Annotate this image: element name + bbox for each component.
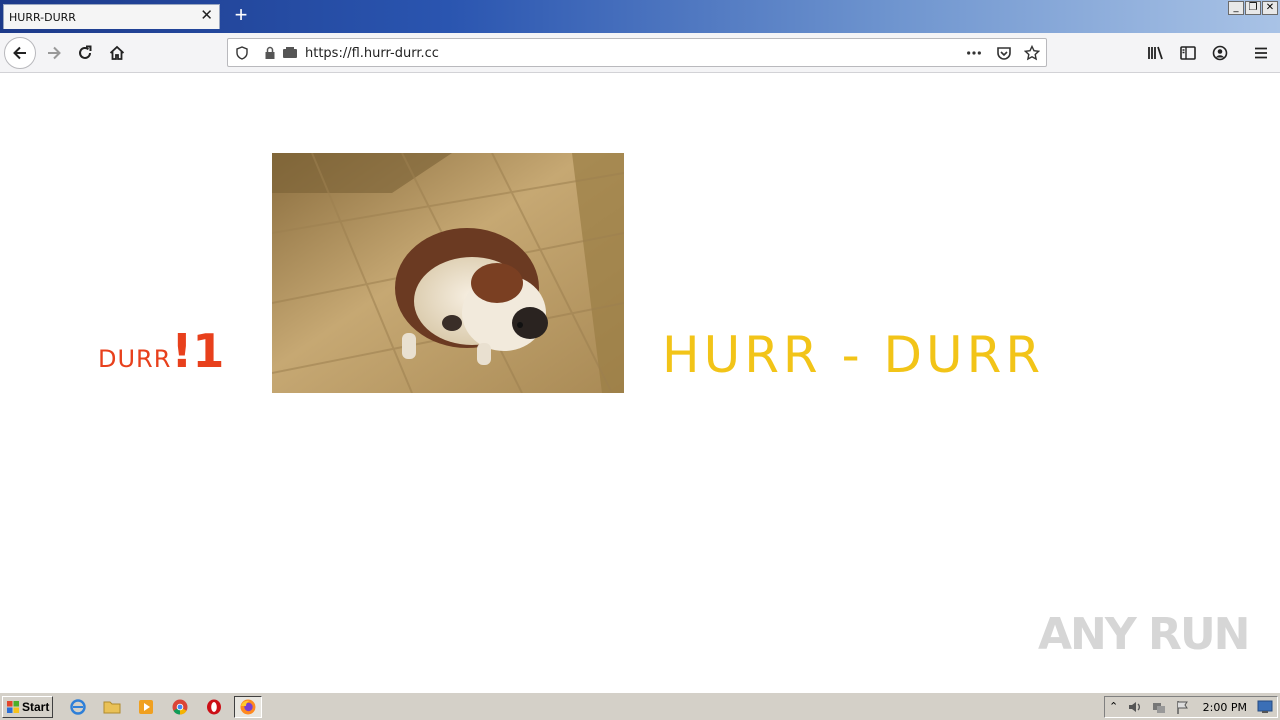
minimize-button[interactable]: _: [1228, 1, 1244, 15]
system-tray: ⌃ 2:00 PM: [1104, 696, 1278, 718]
page-content: DURR!1 HURR - DURR ANY RUN: [0, 74, 1280, 692]
home-icon: [109, 45, 125, 60]
browser-title-bar: HURR-DURR ✕ + _ ❐ ✕: [0, 0, 1280, 33]
tab-hurr-durr[interactable]: HURR-DURR ✕: [3, 4, 220, 29]
url-bar[interactable]: https://fl.hurr-durr.cc: [227, 38, 1047, 67]
restore-button[interactable]: ❐: [1245, 1, 1261, 15]
network-icon[interactable]: [1151, 699, 1167, 720]
action-center-flag-icon[interactable]: [1175, 699, 1191, 720]
shield-icon[interactable]: [234, 45, 250, 61]
hurr-durr-title: HURR - DURR: [662, 326, 1045, 384]
durr-exclaim-text: !1: [171, 324, 225, 378]
bookmark-star-icon[interactable]: [1024, 45, 1040, 61]
show-desktop-icon[interactable]: [1257, 700, 1273, 719]
sidebar-icon: [1180, 46, 1196, 60]
sidebar-button[interactable]: [1172, 37, 1204, 69]
account-button[interactable]: [1204, 37, 1236, 69]
tab-title: HURR-DURR: [9, 11, 76, 24]
navigation-toolbar: https://fl.hurr-durr.cc: [0, 33, 1280, 73]
taskbar: Start ⌃ 2:00 PM: [0, 692, 1280, 720]
anyrun-watermark: ANY RUN: [1038, 609, 1250, 660]
back-button[interactable]: [4, 37, 36, 69]
bulldog-photo: [272, 153, 624, 393]
tray-expand-icon[interactable]: ⌃: [1109, 700, 1118, 713]
forward-arrow-icon: [48, 46, 61, 60]
opera-icon: [207, 699, 221, 715]
durr-small-text: DURR: [98, 345, 172, 373]
durr-text: DURR!1: [98, 324, 224, 378]
taskbar-explorer[interactable]: [98, 696, 126, 718]
taskbar-media-player[interactable]: [132, 696, 160, 718]
chrome-icon: [172, 699, 188, 715]
windows-logo-icon: [7, 701, 19, 713]
taskbar-opera[interactable]: [200, 696, 228, 718]
lock-icon[interactable]: [262, 45, 278, 61]
account-icon: [1212, 45, 1228, 61]
reload-button[interactable]: [69, 37, 101, 69]
clock[interactable]: 2:00 PM: [1203, 701, 1247, 714]
menu-button[interactable]: [1245, 37, 1277, 69]
page-actions-icon[interactable]: [966, 45, 982, 61]
home-button[interactable]: [101, 37, 133, 69]
tab-close-icon[interactable]: ✕: [200, 8, 213, 24]
ie-icon: [70, 699, 86, 715]
hamburger-menu-icon: [1255, 47, 1267, 59]
forward-button[interactable]: [38, 37, 70, 69]
reload-icon: [79, 45, 92, 59]
new-tab-button[interactable]: +: [229, 3, 253, 27]
permissions-icon[interactable]: [282, 45, 298, 61]
taskbar-ie[interactable]: [64, 696, 92, 718]
close-window-button[interactable]: ✕: [1262, 1, 1278, 15]
taskbar-firefox[interactable]: [234, 696, 262, 718]
start-button[interactable]: Start: [2, 696, 53, 718]
firefox-icon: [240, 699, 256, 715]
url-text[interactable]: https://fl.hurr-durr.cc: [305, 46, 439, 61]
library-button[interactable]: [1140, 37, 1172, 69]
volume-icon[interactable]: [1127, 699, 1143, 720]
pocket-icon[interactable]: [996, 45, 1012, 61]
start-label: Start: [22, 700, 50, 714]
taskbar-chrome[interactable]: [166, 696, 194, 718]
media-player-icon: [139, 700, 153, 714]
folder-icon: [103, 701, 121, 714]
library-icon: [1148, 46, 1163, 60]
back-arrow-icon: [13, 46, 26, 60]
